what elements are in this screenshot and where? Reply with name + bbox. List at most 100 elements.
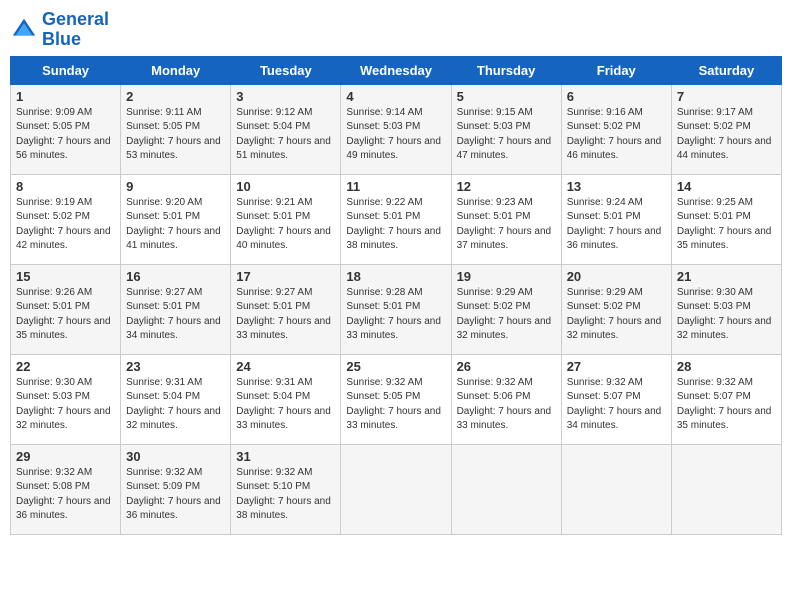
calendar-cell: 3 Sunrise: 9:12 AMSunset: 5:04 PMDayligh…: [231, 84, 341, 174]
calendar-cell: 16 Sunrise: 9:27 AMSunset: 5:01 PMDaylig…: [121, 264, 231, 354]
calendar-cell: 4 Sunrise: 9:14 AMSunset: 5:03 PMDayligh…: [341, 84, 451, 174]
calendar-cell: 18 Sunrise: 9:28 AMSunset: 5:01 PMDaylig…: [341, 264, 451, 354]
calendar-cell: 24 Sunrise: 9:31 AMSunset: 5:04 PMDaylig…: [231, 354, 341, 444]
day-info: Sunrise: 9:25 AMSunset: 5:01 PMDaylight:…: [677, 197, 772, 252]
weekday-header: Friday: [561, 56, 671, 84]
calendar-row: 8 Sunrise: 9:19 AMSunset: 5:02 PMDayligh…: [11, 174, 782, 264]
day-info: Sunrise: 9:32 AMSunset: 5:09 PMDaylight:…: [126, 467, 221, 522]
logo: General Blue: [10, 10, 109, 50]
day-number: 12: [457, 179, 556, 194]
day-info: Sunrise: 9:31 AMSunset: 5:04 PMDaylight:…: [236, 377, 331, 432]
calendar-cell: [341, 444, 451, 534]
calendar-cell: 15 Sunrise: 9:26 AMSunset: 5:01 PMDaylig…: [11, 264, 121, 354]
day-number: 24: [236, 359, 335, 374]
calendar-row: 22 Sunrise: 9:30 AMSunset: 5:03 PMDaylig…: [11, 354, 782, 444]
calendar-cell: [451, 444, 561, 534]
day-info: Sunrise: 9:21 AMSunset: 5:01 PMDaylight:…: [236, 197, 331, 252]
calendar-cell: 12 Sunrise: 9:23 AMSunset: 5:01 PMDaylig…: [451, 174, 561, 264]
day-info: Sunrise: 9:32 AMSunset: 5:08 PMDaylight:…: [16, 467, 111, 522]
calendar-cell: 11 Sunrise: 9:22 AMSunset: 5:01 PMDaylig…: [341, 174, 451, 264]
calendar-cell: 1 Sunrise: 9:09 AMSunset: 5:05 PMDayligh…: [11, 84, 121, 174]
calendar-cell: 21 Sunrise: 9:30 AMSunset: 5:03 PMDaylig…: [671, 264, 781, 354]
day-number: 31: [236, 449, 335, 464]
weekday-header: Wednesday: [341, 56, 451, 84]
day-number: 18: [346, 269, 445, 284]
day-info: Sunrise: 9:32 AMSunset: 5:07 PMDaylight:…: [677, 377, 772, 432]
calendar-cell: 23 Sunrise: 9:31 AMSunset: 5:04 PMDaylig…: [121, 354, 231, 444]
day-number: 25: [346, 359, 445, 374]
day-info: Sunrise: 9:27 AMSunset: 5:01 PMDaylight:…: [236, 287, 331, 342]
calendar-cell: 2 Sunrise: 9:11 AMSunset: 5:05 PMDayligh…: [121, 84, 231, 174]
calendar-cell: 19 Sunrise: 9:29 AMSunset: 5:02 PMDaylig…: [451, 264, 561, 354]
day-number: 30: [126, 449, 225, 464]
calendar-row: 1 Sunrise: 9:09 AMSunset: 5:05 PMDayligh…: [11, 84, 782, 174]
calendar-cell: 20 Sunrise: 9:29 AMSunset: 5:02 PMDaylig…: [561, 264, 671, 354]
day-info: Sunrise: 9:09 AMSunset: 5:05 PMDaylight:…: [16, 107, 111, 162]
calendar-row: 15 Sunrise: 9:26 AMSunset: 5:01 PMDaylig…: [11, 264, 782, 354]
day-info: Sunrise: 9:11 AMSunset: 5:05 PMDaylight:…: [126, 107, 221, 162]
day-info: Sunrise: 9:29 AMSunset: 5:02 PMDaylight:…: [567, 287, 662, 342]
day-number: 4: [346, 89, 445, 104]
day-info: Sunrise: 9:22 AMSunset: 5:01 PMDaylight:…: [346, 197, 441, 252]
calendar-cell: 22 Sunrise: 9:30 AMSunset: 5:03 PMDaylig…: [11, 354, 121, 444]
day-number: 27: [567, 359, 666, 374]
day-number: 29: [16, 449, 115, 464]
calendar-cell: 28 Sunrise: 9:32 AMSunset: 5:07 PMDaylig…: [671, 354, 781, 444]
day-info: Sunrise: 9:16 AMSunset: 5:02 PMDaylight:…: [567, 107, 662, 162]
weekday-header: Monday: [121, 56, 231, 84]
day-info: Sunrise: 9:30 AMSunset: 5:03 PMDaylight:…: [677, 287, 772, 342]
weekday-header: Sunday: [11, 56, 121, 84]
day-number: 21: [677, 269, 776, 284]
day-info: Sunrise: 9:12 AMSunset: 5:04 PMDaylight:…: [236, 107, 331, 162]
day-number: 22: [16, 359, 115, 374]
day-number: 26: [457, 359, 556, 374]
day-info: Sunrise: 9:15 AMSunset: 5:03 PMDaylight:…: [457, 107, 552, 162]
calendar-cell: 10 Sunrise: 9:21 AMSunset: 5:01 PMDaylig…: [231, 174, 341, 264]
day-number: 9: [126, 179, 225, 194]
calendar-row: 29 Sunrise: 9:32 AMSunset: 5:08 PMDaylig…: [11, 444, 782, 534]
weekday-header: Tuesday: [231, 56, 341, 84]
calendar-cell: 30 Sunrise: 9:32 AMSunset: 5:09 PMDaylig…: [121, 444, 231, 534]
day-number: 2: [126, 89, 225, 104]
day-number: 11: [346, 179, 445, 194]
weekday-header: Saturday: [671, 56, 781, 84]
logo-general: General: [42, 10, 109, 30]
logo-blue: Blue: [42, 30, 109, 50]
day-number: 5: [457, 89, 556, 104]
page-header: General Blue: [10, 10, 782, 50]
calendar-cell: 29 Sunrise: 9:32 AMSunset: 5:08 PMDaylig…: [11, 444, 121, 534]
day-info: Sunrise: 9:17 AMSunset: 5:02 PMDaylight:…: [677, 107, 772, 162]
day-number: 13: [567, 179, 666, 194]
calendar-cell: 17 Sunrise: 9:27 AMSunset: 5:01 PMDaylig…: [231, 264, 341, 354]
day-number: 3: [236, 89, 335, 104]
day-info: Sunrise: 9:28 AMSunset: 5:01 PMDaylight:…: [346, 287, 441, 342]
day-number: 8: [16, 179, 115, 194]
day-number: 20: [567, 269, 666, 284]
calendar-table: SundayMondayTuesdayWednesdayThursdayFrid…: [10, 56, 782, 535]
day-info: Sunrise: 9:32 AMSunset: 5:10 PMDaylight:…: [236, 467, 331, 522]
day-number: 17: [236, 269, 335, 284]
weekday-header: Thursday: [451, 56, 561, 84]
day-info: Sunrise: 9:23 AMSunset: 5:01 PMDaylight:…: [457, 197, 552, 252]
day-number: 14: [677, 179, 776, 194]
day-number: 1: [16, 89, 115, 104]
calendar-cell: 5 Sunrise: 9:15 AMSunset: 5:03 PMDayligh…: [451, 84, 561, 174]
day-info: Sunrise: 9:26 AMSunset: 5:01 PMDaylight:…: [16, 287, 111, 342]
day-number: 7: [677, 89, 776, 104]
day-number: 6: [567, 89, 666, 104]
calendar-cell: 8 Sunrise: 9:19 AMSunset: 5:02 PMDayligh…: [11, 174, 121, 264]
weekday-header-row: SundayMondayTuesdayWednesdayThursdayFrid…: [11, 56, 782, 84]
calendar-cell: 14 Sunrise: 9:25 AMSunset: 5:01 PMDaylig…: [671, 174, 781, 264]
calendar-cell: [671, 444, 781, 534]
day-info: Sunrise: 9:32 AMSunset: 5:05 PMDaylight:…: [346, 377, 441, 432]
day-info: Sunrise: 9:20 AMSunset: 5:01 PMDaylight:…: [126, 197, 221, 252]
calendar-cell: 26 Sunrise: 9:32 AMSunset: 5:06 PMDaylig…: [451, 354, 561, 444]
calendar-cell: [561, 444, 671, 534]
day-info: Sunrise: 9:32 AMSunset: 5:07 PMDaylight:…: [567, 377, 662, 432]
day-number: 28: [677, 359, 776, 374]
day-number: 19: [457, 269, 556, 284]
day-number: 15: [16, 269, 115, 284]
day-info: Sunrise: 9:31 AMSunset: 5:04 PMDaylight:…: [126, 377, 221, 432]
calendar-cell: 25 Sunrise: 9:32 AMSunset: 5:05 PMDaylig…: [341, 354, 451, 444]
day-info: Sunrise: 9:29 AMSunset: 5:02 PMDaylight:…: [457, 287, 552, 342]
